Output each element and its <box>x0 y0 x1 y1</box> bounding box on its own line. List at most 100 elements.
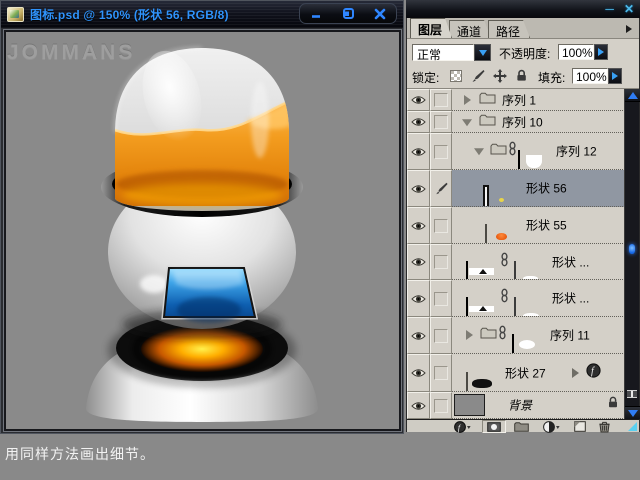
visibility-toggle[interactable] <box>407 170 430 207</box>
layer-effects-icon[interactable]: f <box>586 363 601 383</box>
fill-input[interactable]: 100% <box>572 68 608 84</box>
visibility-toggle[interactable] <box>407 317 430 354</box>
group-mask-thumbnail[interactable] <box>518 150 520 169</box>
chevron-down-icon[interactable] <box>474 44 491 61</box>
lock-all-icon[interactable] <box>514 68 529 83</box>
link-well[interactable] <box>430 354 452 392</box>
link-mask-icon[interactable] <box>509 142 516 161</box>
panel-minimize-button[interactable]: ─ <box>605 3 614 15</box>
new-group-button[interactable] <box>514 420 529 433</box>
window-controls <box>299 3 397 24</box>
layer-thumbnail[interactable] <box>485 187 487 206</box>
link-well[interactable] <box>430 244 452 280</box>
visibility-toggle[interactable] <box>407 111 430 133</box>
opacity-label: 不透明度: <box>499 45 550 62</box>
watermark: JOMMANS <box>7 41 135 65</box>
blend-mode-row: 正常 不透明度: 100% <box>407 40 639 64</box>
layer-row-group-11[interactable]: 序列 11 <box>407 317 639 354</box>
layer-list-scrollbar[interactable] <box>624 89 639 419</box>
folder-icon <box>490 142 507 160</box>
panel-titlebar[interactable]: ─ ✕ <box>406 0 640 18</box>
adjustment-layer-button[interactable] <box>543 420 560 433</box>
blend-mode-select[interactable]: 正常 <box>412 44 491 61</box>
visibility-toggle[interactable] <box>407 354 430 392</box>
folder-icon <box>479 113 496 131</box>
tab-channels[interactable]: 通道 <box>449 20 491 38</box>
link-well[interactable] <box>430 280 452 317</box>
opacity-arrow-button[interactable] <box>594 44 608 60</box>
lock-badge-icon <box>607 396 619 414</box>
scrollbar-marker <box>627 390 637 398</box>
expand-arrow-icon[interactable] <box>466 330 473 340</box>
layer-thumbnail[interactable] <box>466 372 468 391</box>
group-mask-thumbnail[interactable] <box>512 334 514 353</box>
link-well[interactable] <box>430 89 452 111</box>
lock-transparency-icon[interactable] <box>448 68 463 83</box>
layer-row-group-12[interactable]: 序列 12 <box>407 133 639 170</box>
layer-thumbnail[interactable] <box>466 261 468 280</box>
close-icon[interactable] <box>369 5 391 22</box>
panel-close-icon[interactable]: ✕ <box>624 3 634 15</box>
link-well[interactable] <box>430 317 452 354</box>
layer-row-shape-masked-1[interactable]: 形状 ... <box>407 244 639 280</box>
fill-arrow-button[interactable] <box>608 68 622 84</box>
layer-row-shape-55[interactable]: 形状 55 <box>407 207 639 244</box>
vector-mask-thumbnail[interactable] <box>514 261 516 280</box>
layer-row-group-10[interactable]: 序列 10 <box>407 111 639 133</box>
document-titlebar[interactable]: 图标.psd @ 150% (形状 56, RGB/8) <box>1 1 403 28</box>
restore-button[interactable] <box>337 5 359 22</box>
layer-row-group-1[interactable]: 序列 1 <box>407 89 639 111</box>
link-mask-icon[interactable] <box>501 289 508 308</box>
collapse-arrow-icon[interactable] <box>462 119 472 126</box>
document-canvas[interactable]: JOMMANS <box>4 30 401 431</box>
layer-row-shape-masked-2[interactable]: 形状 ... <box>407 280 639 317</box>
link-mask-icon[interactable] <box>501 252 508 271</box>
fill-label: 填充: <box>538 69 565 86</box>
document-title: 图标.psd @ 150% (形状 56, RGB/8) <box>30 6 229 23</box>
tab-paths[interactable]: 路径 <box>488 20 530 38</box>
minimize-button[interactable] <box>305 5 327 22</box>
opacity-input[interactable]: 100% <box>558 44 594 60</box>
paint-brush-indicator-icon[interactable] <box>430 170 452 207</box>
layer-row-shape-27[interactable]: 形状 27 f <box>407 354 639 392</box>
folder-icon <box>480 326 497 344</box>
lock-position-move-icon[interactable] <box>492 68 507 83</box>
delete-layer-trash-button[interactable] <box>598 420 611 433</box>
link-well[interactable] <box>430 111 452 133</box>
link-well[interactable] <box>430 207 452 244</box>
document-window: 图标.psd @ 150% (形状 56, RGB/8) <box>0 0 404 434</box>
new-layer-button[interactable] <box>574 420 586 433</box>
layer-thumbnail[interactable] <box>466 297 468 316</box>
panel-menu-button[interactable] <box>626 25 632 33</box>
panel-resize-grip[interactable] <box>628 422 637 431</box>
scroll-down-button[interactable] <box>625 406 640 419</box>
visibility-toggle[interactable] <box>407 244 430 280</box>
layer-style-fx-button[interactable]: f <box>454 420 471 433</box>
tutorial-caption: 用同样方法画出细节。 <box>5 444 155 464</box>
vector-mask-thumbnail[interactable] <box>514 297 516 316</box>
layer-row-shape-56[interactable]: 形状 56 <box>407 170 639 207</box>
layer-row-background[interactable]: 背景 <box>407 392 639 419</box>
effects-expand-arrow-icon[interactable] <box>572 368 579 378</box>
link-mask-icon[interactable] <box>499 326 506 345</box>
scrollbar-thumb[interactable] <box>629 244 635 254</box>
scroll-up-button[interactable] <box>625 89 640 102</box>
collapse-arrow-icon[interactable] <box>474 148 484 155</box>
add-layer-mask-button[interactable] <box>482 420 506 433</box>
visibility-toggle[interactable] <box>407 280 430 317</box>
lock-paint-brush-icon[interactable] <box>470 68 485 83</box>
lock-row: 锁定: 填充: 100% <box>407 64 639 89</box>
lock-label: 锁定: <box>412 69 439 86</box>
visibility-toggle[interactable] <box>407 207 430 244</box>
panel-bottom-bar: f <box>407 419 639 432</box>
layer-thumbnail[interactable] <box>485 224 487 243</box>
visibility-toggle[interactable] <box>407 392 430 419</box>
tab-layers[interactable]: 图层 <box>410 18 452 38</box>
visibility-toggle[interactable] <box>407 133 430 170</box>
link-well[interactable] <box>430 392 452 419</box>
link-well[interactable] <box>430 133 452 170</box>
layer-thumbnail[interactable] <box>454 394 485 416</box>
visibility-toggle[interactable] <box>407 89 430 111</box>
panel-tabs: 图层 通道 路径 <box>407 18 639 39</box>
expand-arrow-icon[interactable] <box>464 95 471 105</box>
